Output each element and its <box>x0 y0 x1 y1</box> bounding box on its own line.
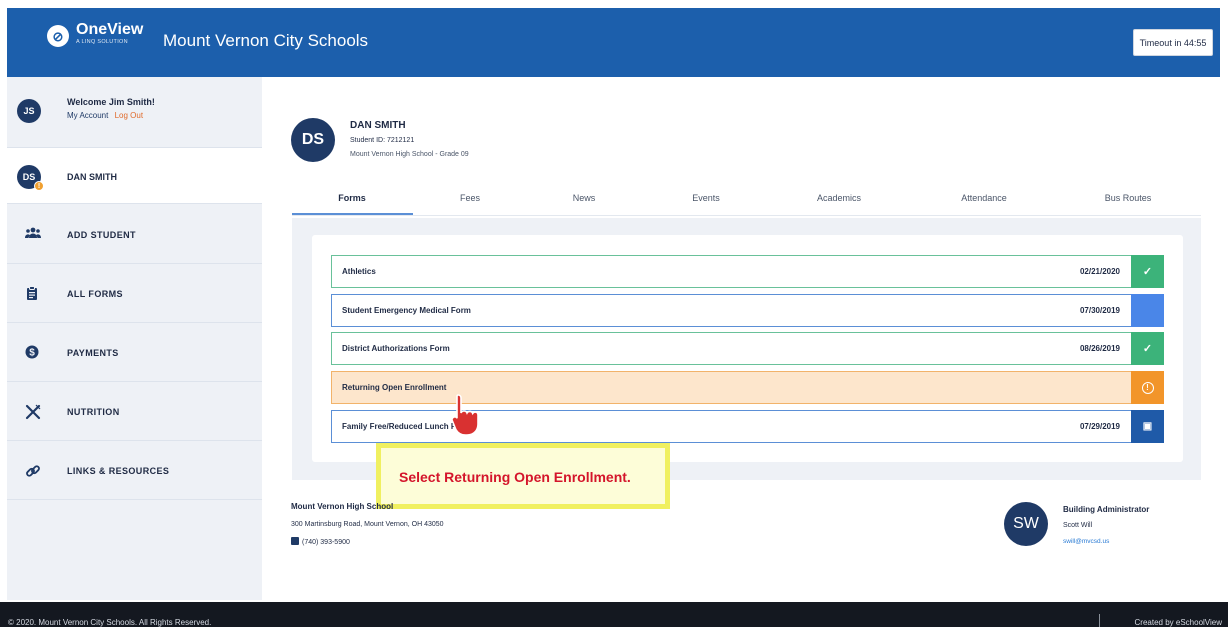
log-out-link[interactable]: Log Out <box>115 111 143 120</box>
logo-name: OneView <box>76 21 144 38</box>
sidebar-item-payments[interactable]: $ PAYMENTS <box>7 323 262 382</box>
sidebar-item-label: ADD STUDENT <box>67 230 136 240</box>
form-name: District Authorizations Form <box>342 344 450 353</box>
dollar-icon: $ <box>25 345 39 361</box>
tab-attendance[interactable]: Attendance <box>961 193 1007 203</box>
welcome-text: Welcome Jim Smith! <box>67 97 155 107</box>
oneview-logo-icon[interactable]: ⊘ <box>47 25 69 47</box>
sidebar-item-student-dan-smith[interactable]: DS ! DAN SMITH <box>7 147 262 204</box>
active-tab-indicator <box>292 213 413 215</box>
alert-icon[interactable]: ! <box>1131 371 1164 404</box>
phone-number: (740) 393-5900 <box>302 539 350 546</box>
form-name: Student Emergency Medical Form <box>342 306 471 315</box>
school-address: 300 Martinsburg Road, Mount Vernon, OH 4… <box>291 521 444 528</box>
tab-news[interactable]: News <box>573 193 596 203</box>
blank-status-icon[interactable] <box>1131 294 1164 327</box>
form-row-student-emergency-medical[interactable]: Student Emergency Medical Form 07/30/201… <box>331 294 1164 327</box>
logo-tagline: A LINQ SOLUTION <box>76 39 128 45</box>
sidebar-item-links-resources[interactable]: LINKS & RESOURCES <box>7 441 262 500</box>
admin-email-link[interactable]: swill@mvcsd.us <box>1063 538 1109 545</box>
school-phone[interactable]: (740) 393-5900 <box>291 537 350 546</box>
student-id: Student ID: 7212121 <box>350 137 415 144</box>
check-icon[interactable]: ✓ <box>1131 255 1164 288</box>
form-date: 08/26/2019 <box>1079 344 1120 353</box>
form-row-district-authorizations[interactable]: District Authorizations Form 08/26/2019 … <box>331 332 1164 365</box>
footer-copyright: © 2020. Mount Vernon City Schools. All R… <box>8 618 212 627</box>
tab-forms[interactable]: Forms <box>338 193 366 203</box>
form-date: 07/29/2019 <box>1079 422 1120 431</box>
tab-events[interactable]: Events <box>692 193 720 203</box>
form-name: Returning Open Enrollment <box>342 383 447 392</box>
alert-glyph: ! <box>1141 381 1154 394</box>
check-icon[interactable]: ✓ <box>1131 332 1164 365</box>
users-icon <box>25 227 41 241</box>
form-date: 07/30/2019 <box>1079 306 1120 315</box>
footer-divider <box>1099 614 1100 627</box>
welcome-panel: JS Welcome Jim Smith! My Account Log Out <box>7 77 262 145</box>
sidebar-item-label: LINKS & RESOURCES <box>67 466 170 476</box>
utensils-icon <box>25 404 41 422</box>
admin-avatar: SW <box>1004 502 1048 546</box>
footer-credit-link[interactable]: Created by eSchoolView <box>1135 618 1222 627</box>
footer: © 2020. Mount Vernon City Schools. All R… <box>0 602 1228 627</box>
svg-text:$: $ <box>29 348 35 359</box>
user-avatar: JS <box>17 99 41 123</box>
school-name: Mount Vernon High School <box>291 502 394 511</box>
form-date: 02/21/2020 <box>1079 267 1120 276</box>
district-title: Mount Vernon City Schools <box>163 31 369 50</box>
form-name: Athletics <box>342 267 376 276</box>
admin-name: Scott Will <box>1063 522 1093 529</box>
my-account-link[interactable]: My Account <box>67 111 108 120</box>
save-icon[interactable]: ▣ <box>1131 410 1164 443</box>
link-icon <box>25 463 40 481</box>
session-timeout-button[interactable]: Timeout in 44:55 <box>1133 29 1213 56</box>
sidebar-item-nutrition[interactable]: NUTRITION <box>7 382 262 441</box>
callout-text: Select Returning Open Enrollment. <box>399 469 631 485</box>
sidebar-student-name: DAN SMITH <box>67 172 117 182</box>
form-row-athletics[interactable]: Athletics 02/21/2020 ✓ <box>331 255 1164 288</box>
account-links: My Account Log Out <box>67 111 143 120</box>
instruction-callout: Select Returning Open Enrollment. <box>376 443 670 509</box>
tab-fees[interactable]: Fees <box>460 193 480 203</box>
hand-pointer-icon <box>451 393 482 442</box>
clipboard-icon <box>25 286 39 302</box>
sidebar: JS Welcome Jim Smith! My Account Log Out… <box>7 77 262 600</box>
tab-divider <box>292 215 1201 216</box>
student-school: Mount Vernon High School - Grade 09 <box>350 151 469 158</box>
tab-bus-routes[interactable]: Bus Routes <box>1105 193 1152 203</box>
sidebar-item-label: ALL FORMS <box>67 289 123 299</box>
phone-icon <box>291 537 299 545</box>
student-name: DAN SMITH <box>350 120 406 131</box>
sidebar-item-add-student[interactable]: ADD STUDENT <box>7 205 262 264</box>
admin-title: Building Administrator <box>1063 505 1150 514</box>
student-avatar-large: DS <box>291 118 335 162</box>
alert-badge-icon: ! <box>34 181 44 191</box>
oneview-logo[interactable]: OneView A LINQ SOLUTION <box>76 21 144 46</box>
sidebar-item-label: NUTRITION <box>67 407 120 417</box>
tab-academics[interactable]: Academics <box>817 193 861 203</box>
sidebar-item-all-forms[interactable]: ALL FORMS <box>7 264 262 323</box>
sidebar-item-label: PAYMENTS <box>67 348 119 358</box>
